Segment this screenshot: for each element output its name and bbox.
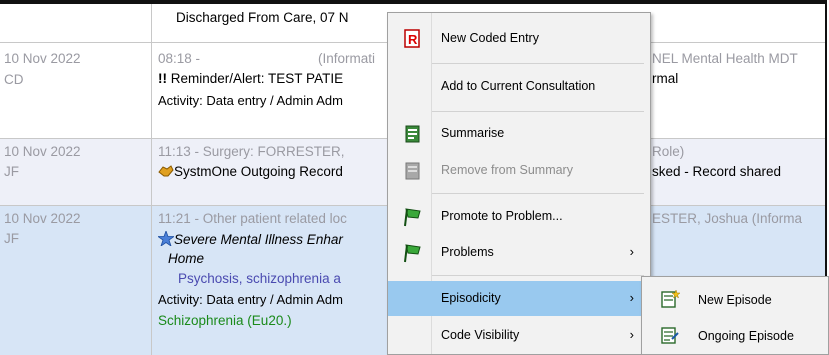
entry-user: CD: [4, 72, 24, 87]
entry-date: 10 Nov 2022: [4, 144, 81, 159]
home-text: Home: [168, 251, 205, 266]
discharge-text: Discharged From Care, 07 N: [176, 10, 349, 25]
submenu-item-ongoing-episode[interactable]: Ongoing Episode: [642, 319, 828, 352]
entry-header: 11:13 - Surgery: FORRESTER,: [158, 144, 345, 159]
entry-header-right: ESTER, Joshua (Informa: [652, 211, 803, 226]
submenu-item-new-episode[interactable]: New Episode: [642, 283, 828, 316]
green-flag-icon: [404, 208, 421, 227]
record-line: SystmOne Outgoing Record: [158, 164, 343, 179]
menu-item-episodicity[interactable]: Episodicity ›: [388, 281, 650, 316]
menu-item-add-to-consultation[interactable]: Add to Current Consultation: [388, 69, 650, 104]
entry-header-mid: (Informati: [318, 51, 376, 66]
menu-separator: [432, 193, 644, 194]
smi-line: Severe Mental Illness Enhar: [156, 229, 343, 248]
date-cell: 10 Nov 2022 JF: [0, 206, 152, 355]
menu-item-summarise[interactable]: Summarise: [388, 116, 650, 151]
activity-text: Activity: Data entry / Admin Adm: [158, 93, 343, 108]
menu-item-label: Summarise: [441, 126, 505, 140]
menu-separator: [432, 275, 644, 276]
svg-text:R: R: [408, 32, 418, 47]
entry-header-right: Role): [652, 144, 685, 159]
entry-header: 11:21 - Other patient related loc: [158, 211, 347, 226]
menu-item-label: New Coded Entry: [441, 31, 539, 45]
menu-item-label: Add to Current Consultation: [441, 79, 596, 93]
activity-text: Activity: Data entry / Admin Adm: [158, 292, 343, 307]
menu-item-label: Episodicity: [441, 291, 501, 305]
smi-text: Severe Mental Illness Enhar: [174, 232, 343, 247]
menu-item-label: Code Visibility: [441, 328, 520, 342]
date-cell: 10 Nov 2022 JF: [0, 139, 152, 205]
entry-header-right: NEL Mental Health MDT: [652, 51, 798, 66]
menu-item-promote-to-problem[interactable]: Promote to Problem...: [388, 199, 650, 234]
menu-item-code-visibility[interactable]: Code Visibility ›: [388, 318, 650, 353]
diagnosis-text: Schizophrenia (Eu20.): [158, 313, 292, 328]
date-cell: [0, 4, 152, 42]
alert-line: !! Reminder/Alert: TEST PATIE: [158, 71, 343, 86]
record-text: SystmOne Outgoing Record: [174, 164, 343, 179]
green-flag-icon: [404, 244, 421, 263]
record-right-text: sked - Record shared: [652, 164, 782, 179]
menu-item-new-coded-entry[interactable]: R New Coded Entry: [388, 21, 650, 56]
episodicity-submenu: New Episode Ongoing Episode: [641, 276, 829, 355]
red-r-icon: R: [404, 29, 420, 48]
handshake-icon: [158, 165, 174, 177]
menu-item-label: Promote to Problem...: [441, 209, 563, 223]
new-episode-icon: [661, 289, 680, 308]
chevron-right-icon: ›: [629, 244, 634, 259]
entry-date: 10 Nov 2022: [4, 211, 81, 226]
context-menu: R New Coded Entry Add to Current Consult…: [387, 12, 651, 355]
psychosis-text: Psychosis, schizophrenia a: [178, 271, 341, 286]
date-cell: 10 Nov 2022 CD: [0, 43, 152, 138]
ongoing-episode-icon: [661, 327, 679, 344]
summarise-icon: [405, 125, 420, 143]
star-icon: [156, 229, 176, 248]
alert-icon: !!: [158, 71, 167, 86]
menu-item-remove-from-summary[interactable]: Remove from Summary: [388, 153, 650, 188]
entry-user: JF: [4, 231, 19, 246]
menu-separator: [432, 63, 644, 64]
alert-right-text: rmal: [652, 71, 679, 86]
entry-user: JF: [4, 164, 19, 179]
entry-date: 10 Nov 2022: [4, 51, 81, 66]
remove-summary-icon: [405, 162, 420, 180]
chevron-right-icon: ›: [629, 327, 634, 342]
entry-header: 08:18 -: [158, 51, 201, 66]
menu-item-label: Problems: [441, 245, 494, 259]
alert-text: Reminder/Alert: TEST PATIE: [170, 71, 344, 86]
submenu-item-label: New Episode: [698, 293, 772, 307]
chevron-right-icon: ›: [629, 290, 634, 305]
submenu-item-label: Ongoing Episode: [698, 329, 794, 343]
menu-item-label: Remove from Summary: [441, 163, 573, 177]
menu-item-problems[interactable]: Problems ›: [388, 235, 650, 270]
menu-separator: [432, 111, 644, 112]
